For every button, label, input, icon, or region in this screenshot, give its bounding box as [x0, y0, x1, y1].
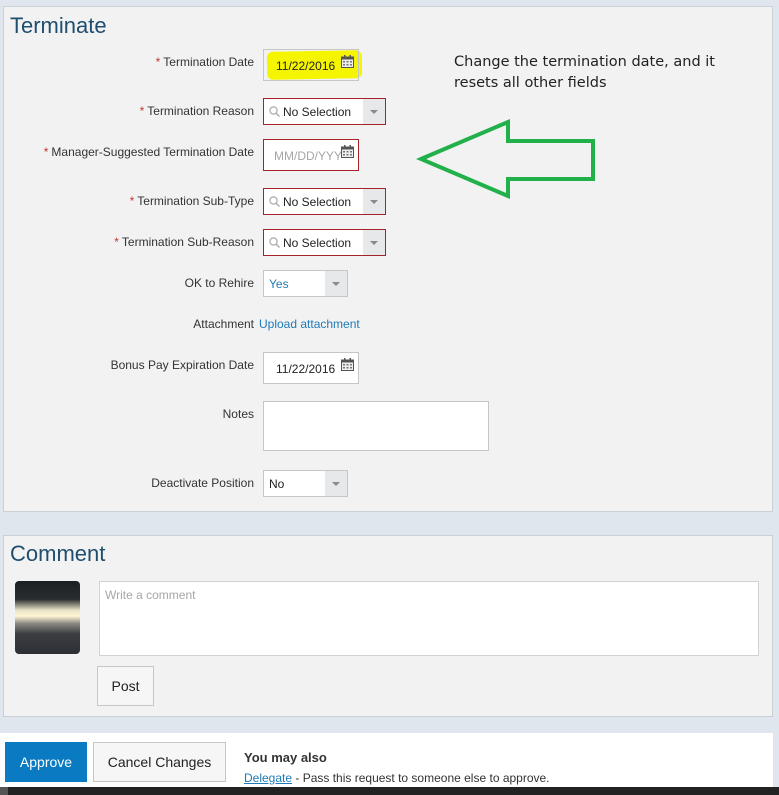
you-may-also-heading: You may also [244, 750, 327, 765]
manager-suggested-date-input[interactable]: MM/DD/YYY [263, 139, 359, 171]
calendar-icon[interactable] [341, 358, 354, 371]
page-edge [773, 0, 779, 787]
delegate-link[interactable]: Delegate [244, 771, 292, 785]
attachment-label: Attachment [193, 317, 254, 331]
dropdown-toggle[interactable] [363, 189, 385, 214]
annotation-text: Change the termination date, and it rese… [454, 54, 715, 91]
chevron-down-icon [370, 241, 378, 245]
dropdown-toggle[interactable] [363, 230, 385, 255]
delegate-line: Delegate - Pass this request to someone … [244, 771, 550, 785]
notes-textarea[interactable] [263, 401, 489, 451]
comment-title: Comment [10, 541, 106, 566]
bonus-pay-expiration-input[interactable]: 11/22/2016 [263, 352, 359, 384]
search-icon [269, 196, 280, 207]
terminate-panel: Terminate * Termination Date 11/22/2016 *… [3, 6, 773, 512]
termination-date-input[interactable]: 11/22/2016 [263, 49, 359, 81]
manager-suggested-date-label: * Manager-Suggested Termination Date [43, 145, 254, 159]
notes-label: Notes [222, 407, 254, 421]
action-footer: Approve Cancel Changes You may also Dele… [0, 733, 773, 787]
deactivate-position-select[interactable]: No [263, 470, 348, 497]
chevron-down-icon [332, 482, 340, 486]
search-icon [269, 237, 280, 248]
termination-sub-type-label: * Termination Sub-Type [129, 194, 254, 208]
upload-attachment-link[interactable]: Upload attachment [259, 317, 360, 331]
terminate-title: Terminate [10, 13, 107, 38]
termination-sub-reason-label: * Termination Sub-Reason [114, 235, 254, 249]
calendar-icon[interactable] [341, 55, 354, 68]
ok-to-rehire-select[interactable]: Yes [263, 270, 348, 297]
termination-reason-label: * Termination Reason [139, 104, 254, 118]
avatar [15, 581, 80, 654]
green-arrow-annotation [416, 119, 595, 199]
post-button[interactable]: Post [97, 666, 154, 706]
ok-to-rehire-label: OK to Rehire [184, 276, 254, 290]
termination-sub-type-select[interactable]: No Selection [263, 188, 386, 215]
cancel-changes-button[interactable]: Cancel Changes [93, 742, 226, 782]
termination-reason-select[interactable]: No Selection [263, 98, 386, 125]
approve-button[interactable]: Approve [5, 742, 87, 782]
calendar-icon[interactable] [341, 145, 354, 158]
dropdown-toggle[interactable] [325, 271, 347, 296]
comment-input[interactable]: Write a comment [99, 581, 759, 656]
chevron-down-icon [332, 282, 340, 286]
bonus-pay-expiration-label: Bonus Pay Expiration Date [110, 358, 254, 372]
dropdown-toggle[interactable] [363, 99, 385, 124]
comment-panel: Comment Write a comment Post [3, 535, 773, 717]
chevron-down-icon [370, 200, 378, 204]
bottom-bar [0, 787, 779, 795]
chevron-down-icon [370, 110, 378, 114]
dropdown-toggle[interactable] [325, 471, 347, 496]
deactivate-position-label: Deactivate Position [151, 476, 254, 490]
bottom-bar-marker [0, 787, 8, 795]
search-icon [269, 106, 280, 117]
termination-date-label: * Termination Date [155, 55, 254, 69]
delegate-description: - Pass this request to someone else to a… [292, 771, 550, 785]
termination-sub-reason-select[interactable]: No Selection [263, 229, 386, 256]
